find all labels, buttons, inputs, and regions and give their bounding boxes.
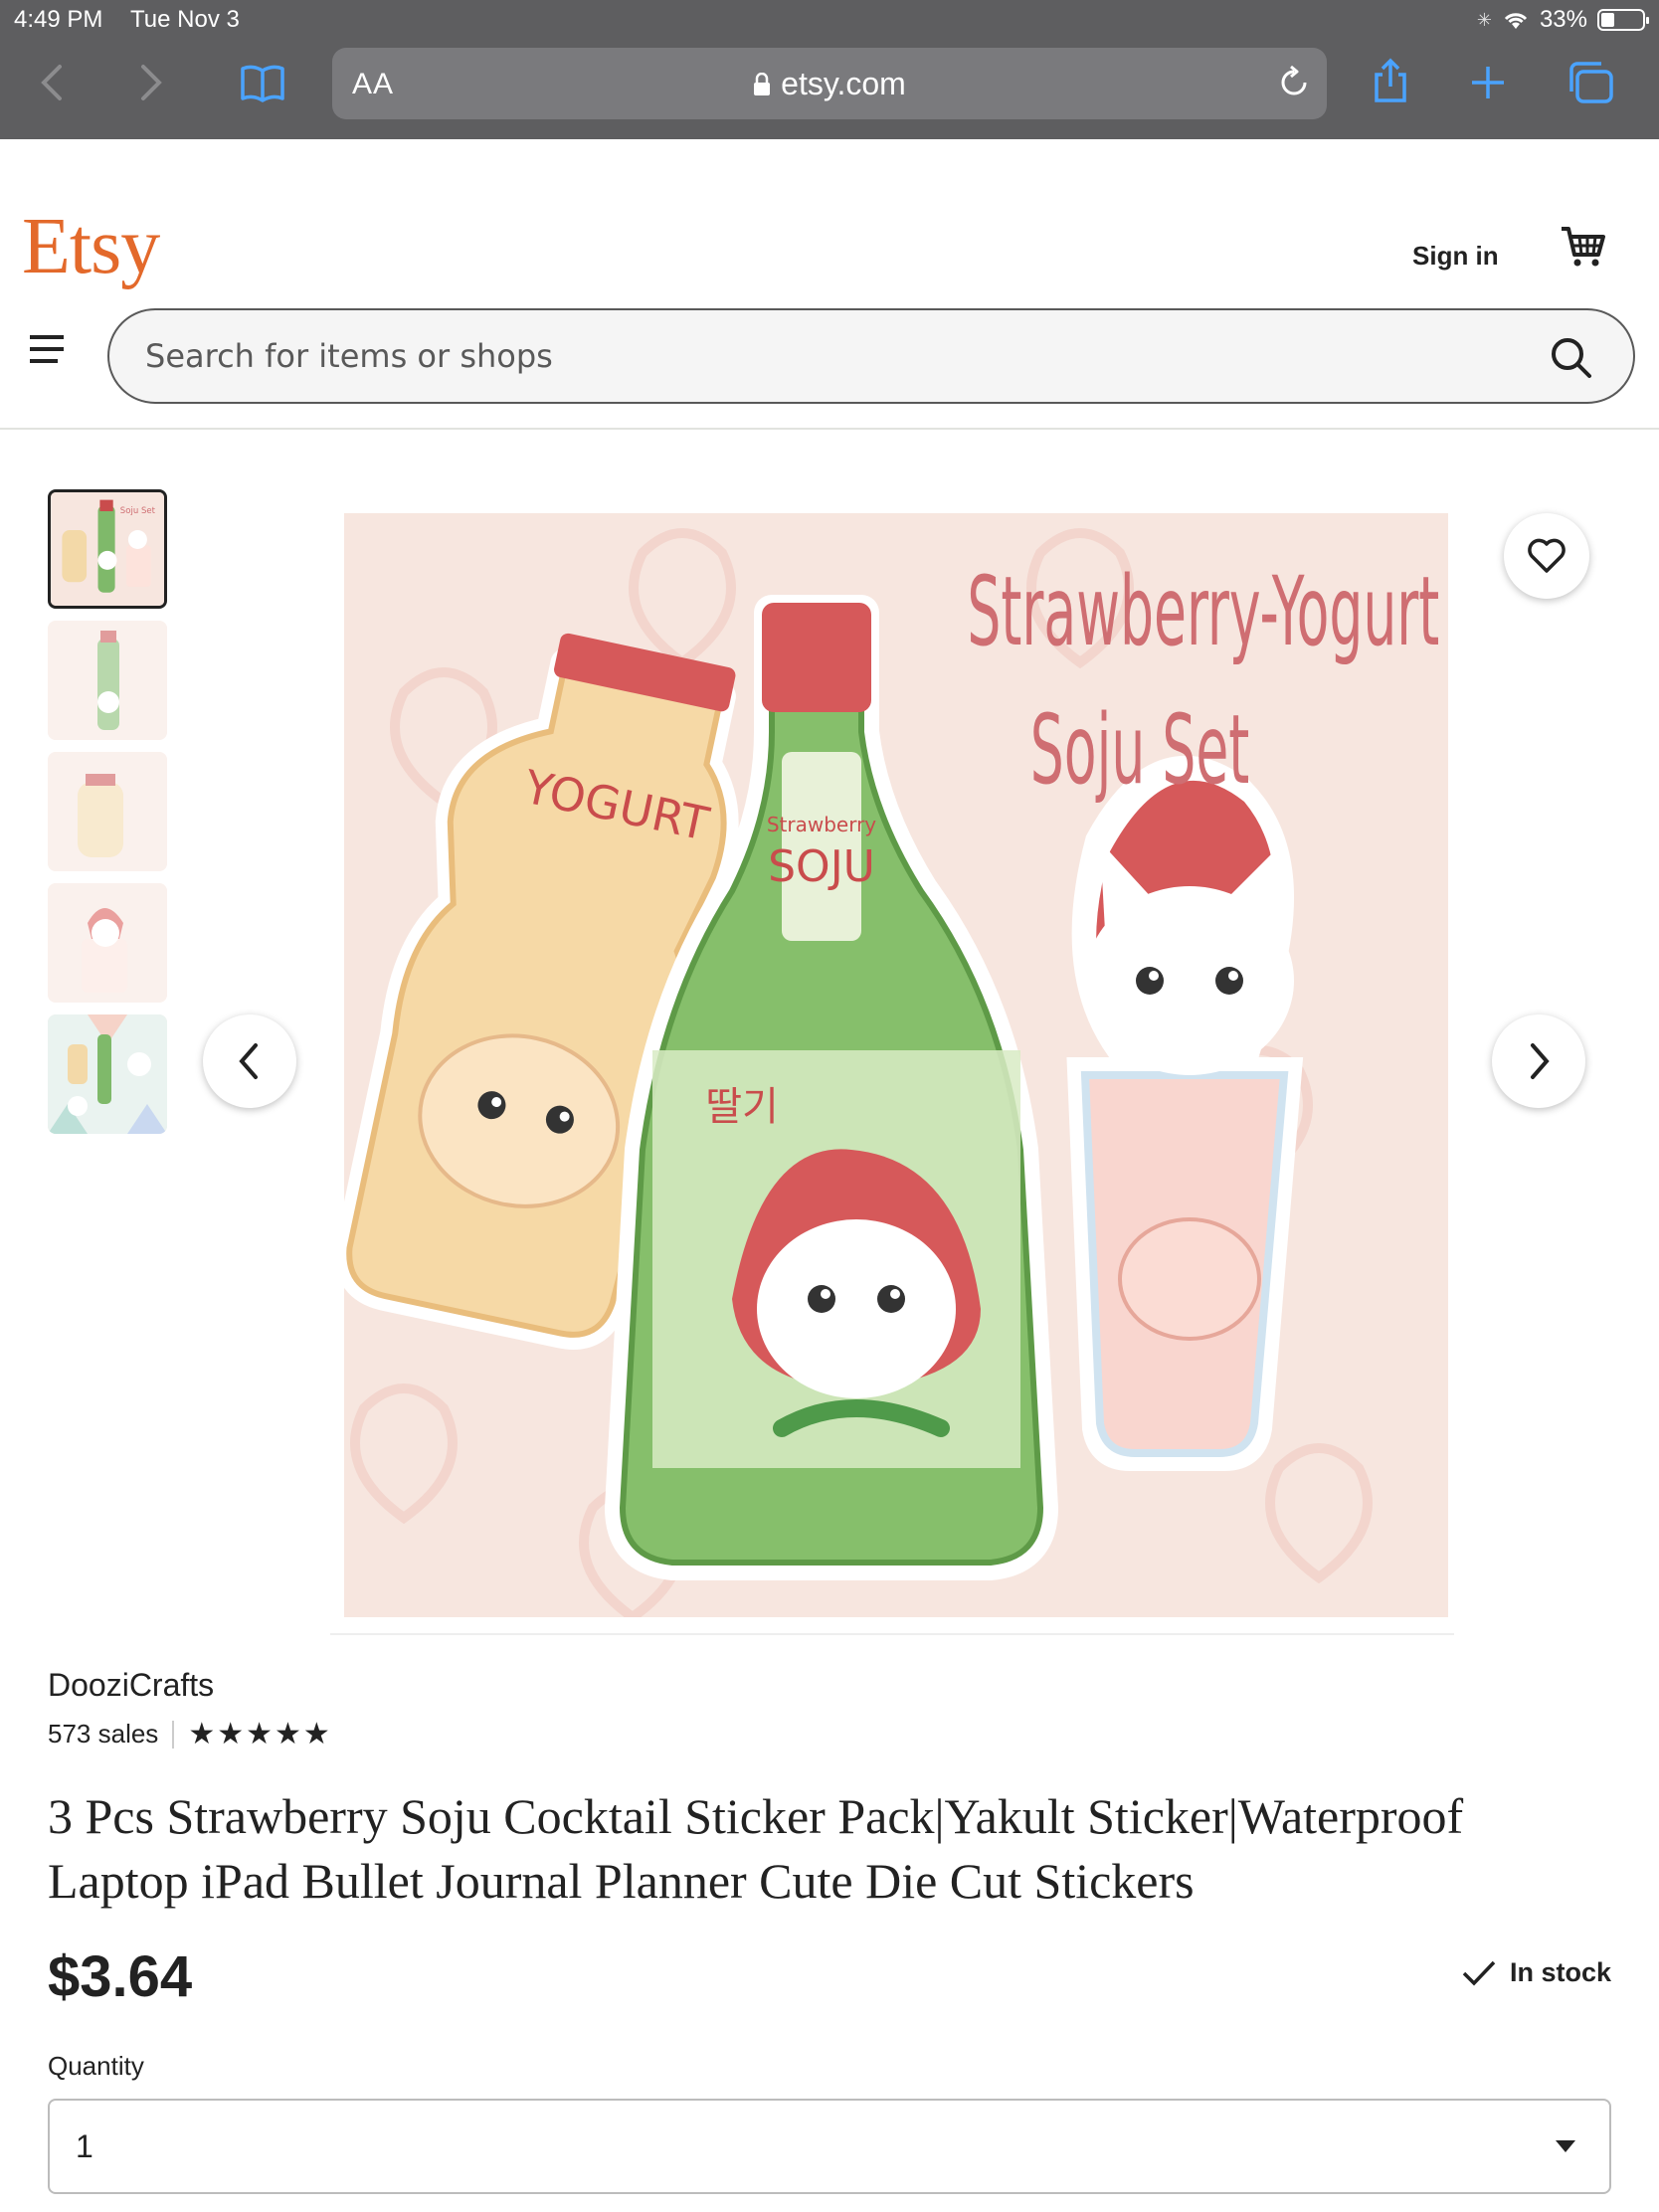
status-time: 4:49 PM: [14, 6, 103, 33]
back-button[interactable]: [40, 58, 64, 107]
image-lettering-line: Strawberry-Yogurt: [967, 556, 1440, 667]
favorite-button[interactable]: [1504, 513, 1589, 599]
heart-icon: [1528, 538, 1566, 573]
back-icon: [41, 65, 62, 100]
thumbnail-1[interactable]: Soju Set: [48, 489, 167, 609]
share-icon: [1375, 58, 1406, 102]
browser-chrome: 4:49 PM Tue Nov 3 ✳ 33% AA etsy.com: [0, 0, 1659, 139]
shop-stats: 573 sales ★★★★★: [48, 1717, 332, 1751]
search-icon: [1552, 338, 1591, 378]
forward-button[interactable]: [139, 58, 163, 107]
thumbnail-image: [48, 752, 167, 871]
thumbnail-2[interactable]: [48, 621, 167, 740]
divider: [172, 1720, 175, 1749]
thumbnail-image: [48, 883, 167, 1003]
search-button[interactable]: [1550, 336, 1593, 385]
stock-status: In stock: [1462, 1957, 1611, 1988]
battery-percent: 33%: [1539, 6, 1587, 33]
tabs-button[interactable]: [1566, 58, 1615, 107]
listing-title: 3 Pcs Strawberry Soju Cocktail Sticker P…: [48, 1788, 1464, 1909]
url-display: etsy.com: [332, 66, 1327, 102]
svg-text:Soju Set: Soju Set: [120, 506, 156, 516]
sales-count: 573 sales: [48, 1719, 159, 1749]
image-lettering: Strawberry-Yogurt Soju Set: [967, 543, 1440, 820]
status-date: Tue Nov 3: [130, 6, 240, 33]
url-text: etsy.com: [781, 66, 906, 101]
checkmark-icon: [1462, 1960, 1496, 1986]
share-button[interactable]: [1371, 56, 1410, 105]
thumbnail-5[interactable]: [48, 1014, 167, 1134]
etsy-logo[interactable]: Etsy: [22, 207, 160, 286]
menu-button[interactable]: [28, 334, 68, 369]
forward-icon: [141, 65, 162, 100]
battery-icon: [1597, 9, 1649, 31]
chevron-left-icon: [239, 1043, 258, 1079]
bookmarks-button[interactable]: [239, 58, 286, 107]
svg-text:딸기: 딸기: [705, 1084, 779, 1130]
image-divider: [330, 1633, 1454, 1635]
thumbnail-4[interactable]: [48, 883, 167, 1003]
thumbnail-image: [48, 621, 167, 740]
cart-icon: [1562, 227, 1605, 267]
sign-in-link[interactable]: Sign in: [1412, 241, 1499, 272]
battery-level: [1601, 13, 1615, 27]
thumbnail-image: Soju Set: [51, 492, 164, 606]
hamburger-menu-icon: [30, 335, 64, 363]
activity-icon: ✳: [1476, 9, 1492, 30]
image-lettering-line: Soju Set: [1029, 694, 1250, 807]
cart-button[interactable]: [1560, 225, 1605, 274]
status-bar: 4:49 PM Tue Nov 3 ✳ 33%: [0, 0, 1659, 40]
address-bar[interactable]: AA etsy.com: [332, 48, 1327, 119]
svg-text:SOJU: SOJU: [768, 841, 875, 892]
bookmarks-icon: [241, 65, 284, 102]
next-image-button[interactable]: [1492, 1014, 1585, 1108]
price: $3.64: [48, 1944, 193, 2009]
quantity-value: 1: [76, 2128, 93, 2164]
svg-text:Strawberry: Strawberry: [767, 813, 876, 836]
new-tab-button[interactable]: [1468, 58, 1508, 107]
quantity-select[interactable]: 1: [48, 2099, 1611, 2194]
previous-image-button[interactable]: [203, 1014, 296, 1108]
tabs-icon: [1569, 62, 1613, 103]
header-divider: [0, 428, 1659, 430]
quantity-label: Quantity: [48, 2051, 144, 2081]
thumbnail-image: [48, 1014, 167, 1134]
chevron-right-icon: [1531, 1043, 1550, 1079]
stock-status-label: In stock: [1509, 1957, 1611, 1987]
lock-icon: [754, 72, 771, 95]
shop-name-link[interactable]: DooziCrafts: [48, 1667, 214, 1704]
status-indicators: ✳ 33%: [1476, 6, 1649, 34]
search-bar: [107, 308, 1635, 404]
new-tab-icon: [1472, 67, 1504, 98]
star-rating[interactable]: ★★★★★: [188, 1717, 331, 1751]
search-input[interactable]: [145, 310, 1518, 402]
thumbnail-3[interactable]: [48, 752, 167, 871]
wifi-icon: [1504, 13, 1528, 29]
reload-button[interactable]: [1277, 65, 1311, 104]
product-image[interactable]: YOGURT Strawberry SOJU 딸기 Strawberry-Yog…: [344, 513, 1448, 1617]
caret-down-icon: [1556, 2140, 1575, 2152]
reload-icon: [1281, 65, 1307, 95]
